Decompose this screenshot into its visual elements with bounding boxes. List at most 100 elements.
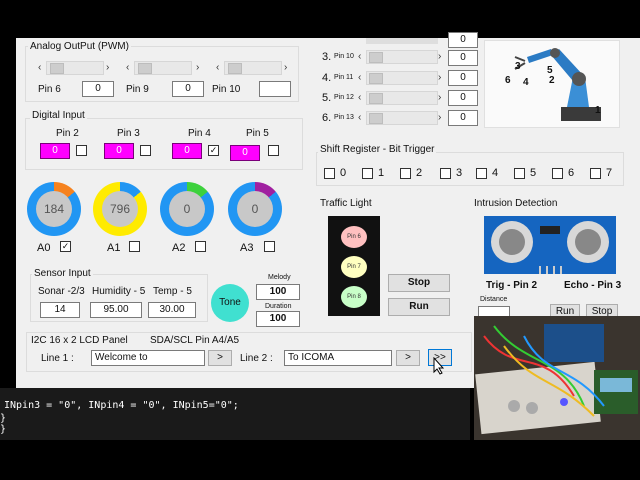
slider-thumb[interactable] [228,63,242,74]
top-pin-value[interactable]: 0 [448,32,478,48]
bit-1-label: 1 [378,167,385,179]
analog-label-pin6: Pin 6 [38,84,61,95]
analog-left-arrow-1[interactable]: ‹ [38,62,41,73]
shift-pin4-left-arrow[interactable]: ‹ [358,72,361,83]
analog-right-arrow-2[interactable]: › [196,62,199,73]
lcd-line1-send-button[interactable]: > [208,350,232,366]
analog-gauge-a3: 0 [228,182,282,236]
analog-slider-2[interactable] [134,61,192,75]
bit-4-checkbox[interactable] [476,168,487,179]
shift-pin5-value[interactable]: 0 [448,90,478,106]
gauge-a0-label: A0 [37,242,51,254]
intrusion-detection-title: Intrusion Detection [472,198,560,209]
bit-0-label: 0 [340,167,347,179]
analog-slider-3[interactable] [224,61,282,75]
bit-7-checkbox[interactable] [590,168,601,179]
slider-thumb[interactable] [369,113,383,124]
analog-slider-1[interactable] [46,61,104,75]
analog-right-arrow-1[interactable]: › [106,62,109,73]
analog-right-arrow-3[interactable]: › [284,62,287,73]
analog-value-pin10[interactable] [259,81,291,97]
shift-pin5-right-arrow[interactable]: › [438,92,441,103]
bit-0-checkbox[interactable] [324,168,335,179]
shift-pin4-slider[interactable] [366,71,438,85]
digital-pin3-checkbox[interactable] [140,145,151,156]
top-slider[interactable] [366,38,438,44]
analog-label-pin10: Pin 10 [212,84,241,95]
slider-thumb[interactable] [369,93,383,104]
sensor-input-title: Sensor Input [32,268,93,279]
digital-pin4-label: Pin 4 [188,128,211,139]
lcd-line1-input[interactable]: Welcome to [91,350,205,366]
traffic-light-green: Pin 8 [341,286,367,308]
analog-left-arrow-3[interactable]: ‹ [216,62,219,73]
shift-pin-name-6: Pin 13 [334,114,354,121]
slider-thumb[interactable] [50,63,64,74]
intrusion-trig-label: Trig - Pin 2 [486,280,538,291]
gauge-a3-checkbox[interactable] [264,241,275,252]
shift-pin4-right-arrow[interactable]: › [438,72,441,83]
shift-pin6-left-arrow[interactable]: ‹ [358,112,361,123]
digital-input-title: Digital Input [30,110,87,121]
shift-pin4-value[interactable]: 0 [448,70,478,86]
gauge-a3-label: A3 [240,242,254,254]
shift-pin-name-5: Pin 12 [334,94,354,101]
traffic-run-button[interactable]: Run [388,298,450,316]
slider-thumb[interactable] [369,52,383,63]
digital-pin4-value: 0 [172,143,202,159]
shift-pin5-slider[interactable] [366,91,438,105]
bit-3-checkbox[interactable] [440,168,451,179]
sensor-humidity-value[interactable]: 95.00 [90,302,142,318]
gauge-a2-checkbox[interactable] [195,241,206,252]
lcd-panel-pins: SDA/SCL Pin A4/A5 [150,335,240,346]
mouse-cursor-icon [433,357,445,375]
shift-pin3-right-arrow[interactable]: › [438,51,441,62]
sensor-temp-value[interactable]: 30.00 [148,302,196,318]
lcd-line2-input[interactable]: To ICOMA [284,350,392,366]
slider-thumb[interactable] [138,63,152,74]
shift-pin3-slider[interactable] [366,50,438,64]
digital-pin2-label: Pin 2 [56,128,79,139]
bit-1-checkbox[interactable] [362,168,373,179]
gauge-a2-label: A2 [172,242,186,254]
robot-label-3: 3 [515,61,521,72]
analog-left-arrow-2[interactable]: ‹ [126,62,129,73]
bit-2-checkbox[interactable] [400,168,411,179]
digital-pin5-checkbox[interactable] [268,145,279,156]
code-console: INpin3 = "0", INpin4 = "0", INpin5="0"; … [0,388,470,440]
lcd-line1-label: Line 1 : [41,353,74,364]
webcam-overlay [474,316,640,440]
analog-value-pin9[interactable]: 0 [172,81,204,97]
digital-pin4-checkbox[interactable]: ✓ [208,145,219,156]
melody-value[interactable]: 100 [256,284,300,300]
shift-pin5-left-arrow[interactable]: ‹ [358,92,361,103]
bit-6-checkbox[interactable] [552,168,563,179]
robot-label-6: 6 [505,75,511,86]
duration-value[interactable]: 100 [256,311,300,327]
intrusion-distance-label: Distance [480,296,508,303]
tone-button[interactable]: Tone [211,284,249,322]
arduino-breadboard-photo [474,316,640,440]
gauge-a1-value: 796 [102,191,138,227]
analog-value-pin6[interactable]: 0 [82,81,114,97]
shift-pin-num-6: 6. [322,112,332,124]
analog-gauge-a1: 796 [93,182,147,236]
shift-pin6-value[interactable]: 0 [448,110,478,126]
shift-pin-name-4: Pin 11 [334,74,354,81]
gauge-a1-checkbox[interactable] [129,241,140,252]
shift-pin-num-5: 5. [322,92,332,104]
slider-thumb[interactable] [369,73,383,84]
shift-pin6-slider[interactable] [366,111,438,125]
shift-pin3-value[interactable]: 0 [448,50,478,66]
lcd-line2-send-button[interactable]: > [396,350,420,366]
digital-pin2-checkbox[interactable] [76,145,87,156]
shift-pin-num-3: 3. [322,51,332,63]
gauge-a0-checkbox[interactable]: ✓ [60,241,71,252]
shift-pin6-right-arrow[interactable]: › [438,112,441,123]
sensor-sonar-value[interactable]: 14 [40,302,80,318]
traffic-stop-button[interactable]: Stop [388,274,450,292]
bit-5-checkbox[interactable] [514,168,525,179]
console-line-1: INpin3 = "0", INpin4 = "0", INpin5="0"; [4,400,239,411]
shift-pin3-left-arrow[interactable]: ‹ [358,51,361,62]
digital-pin5-value: 0 [230,145,260,161]
